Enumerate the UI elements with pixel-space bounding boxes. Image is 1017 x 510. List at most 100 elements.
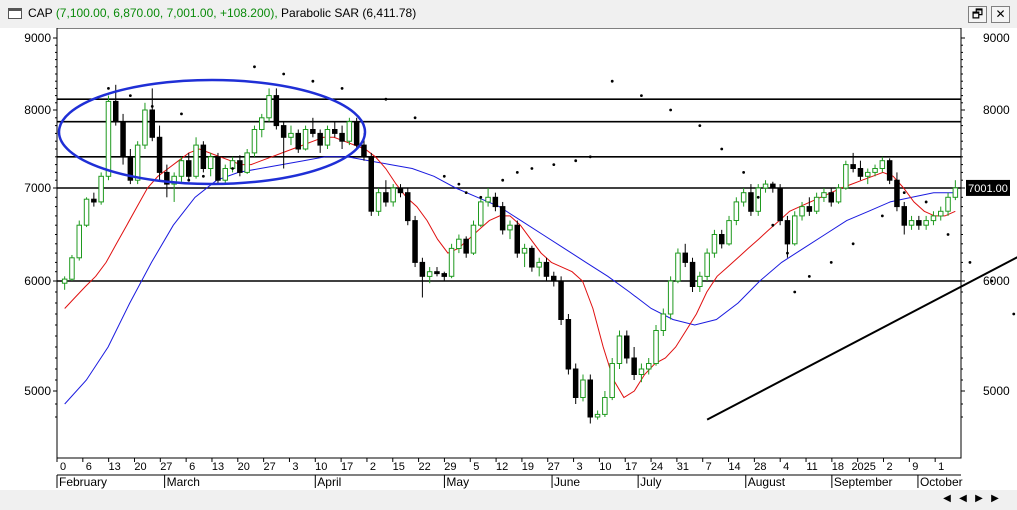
candle-body xyxy=(317,132,323,146)
candle-body xyxy=(894,179,900,208)
candle-body xyxy=(770,183,776,189)
candle-body xyxy=(207,156,214,170)
x-day-label: 28 xyxy=(754,461,766,473)
sar-dot xyxy=(720,147,724,151)
scroll-last-icon[interactable]: ▶ xyxy=(988,491,1002,507)
candle-body xyxy=(952,187,959,198)
candle-body xyxy=(434,271,440,275)
candle-body xyxy=(653,330,659,364)
sar-dot xyxy=(501,178,505,182)
x-day-label: 13 xyxy=(109,461,121,473)
candle-body xyxy=(930,215,937,222)
candle-body xyxy=(609,363,615,398)
x-day-label: 6 xyxy=(86,461,92,473)
candle-body xyxy=(551,275,557,282)
candle-body xyxy=(178,160,185,177)
candle-body xyxy=(719,234,725,245)
candle-body xyxy=(339,132,345,142)
x-day-label: 13 xyxy=(212,461,224,473)
candle-body xyxy=(448,247,455,277)
candle-body xyxy=(740,192,747,203)
candle-body xyxy=(441,273,447,277)
x-day-label: 18 xyxy=(832,461,844,473)
candle-body xyxy=(266,95,272,119)
candle-body xyxy=(397,187,404,194)
candle-body xyxy=(799,206,805,217)
scroll-right-icon[interactable]: ▶ xyxy=(972,491,986,507)
sar-dot xyxy=(793,290,797,294)
candle-body xyxy=(711,234,718,254)
horizontal-scrollbar[interactable] xyxy=(0,490,1017,510)
candle-body xyxy=(755,187,761,212)
last-price-label: 7001.00 xyxy=(968,183,1008,195)
restore-window-button[interactable]: 🗗 xyxy=(968,6,987,23)
candle-body xyxy=(536,261,542,268)
candle-body xyxy=(638,368,645,375)
parabolic-sar-label: Parabolic SAR (6,411.78) xyxy=(281,6,417,20)
x-month-label: June xyxy=(554,475,580,489)
x-day-label: 27 xyxy=(264,461,276,473)
x-month-label: September xyxy=(834,475,893,489)
sar-dot xyxy=(552,163,556,167)
x-day-label: 6 xyxy=(189,461,195,473)
candle-body xyxy=(215,156,221,181)
candle-body xyxy=(492,196,499,208)
sar-dot xyxy=(253,65,256,69)
candle-body xyxy=(76,224,82,259)
candle-body xyxy=(514,224,520,254)
candle-body xyxy=(237,160,243,173)
sar-dot xyxy=(756,195,760,199)
x-day-label: 1 xyxy=(938,461,944,473)
x-day-label: 17 xyxy=(625,461,637,473)
candle-body xyxy=(565,319,572,370)
sar-dot xyxy=(530,167,534,170)
sar-dot xyxy=(180,112,183,116)
plot-area xyxy=(56,28,962,459)
sar-dot xyxy=(771,223,775,227)
candle-body xyxy=(558,280,564,320)
candle-body xyxy=(689,261,696,287)
sar-dot xyxy=(786,251,789,255)
candle-body xyxy=(726,220,732,245)
sar-dot xyxy=(201,174,205,178)
y-tick-label-left: 9000 xyxy=(24,31,51,45)
candle-body xyxy=(244,152,250,173)
candle-body xyxy=(916,220,922,226)
candle-body xyxy=(835,187,842,203)
candle-body xyxy=(908,220,915,226)
x-day-label: 9 xyxy=(912,461,918,473)
candle-body xyxy=(813,196,820,212)
chart-title: CAP (7,100.00, 6,870.00, 7,001.00, +108.… xyxy=(28,6,416,20)
close-window-button[interactable]: ✕ xyxy=(991,6,1010,23)
sar-dot xyxy=(924,200,928,204)
sar-dot xyxy=(1012,312,1016,316)
candle-body xyxy=(426,271,433,277)
sar-dot xyxy=(128,94,132,97)
candle-body xyxy=(704,252,710,277)
sar-dot xyxy=(851,242,855,246)
x-day-label: 2025 xyxy=(851,461,875,473)
x-month-label: April xyxy=(317,475,341,489)
x-day-label: 24 xyxy=(651,461,663,473)
candlestick-chart[interactable]: 50006000700080009000 5000600070008000900… xyxy=(0,28,1017,510)
sar-dot xyxy=(187,178,191,182)
candle-body xyxy=(383,192,389,203)
candle-body xyxy=(251,129,258,154)
chart-window-icon xyxy=(8,8,22,19)
candle-body xyxy=(375,192,382,212)
candle-body xyxy=(792,215,798,245)
sar-dot xyxy=(588,155,592,159)
y-tick-label-left: 6000 xyxy=(24,274,51,288)
x-day-label: 3 xyxy=(577,461,583,473)
sar-dot xyxy=(669,108,673,112)
sar-dot xyxy=(107,87,110,90)
x-day-label: 15 xyxy=(393,461,405,473)
x-month-label: August xyxy=(748,475,786,489)
candle-body xyxy=(193,144,199,177)
scroll-left-icon[interactable]: ◀ xyxy=(956,491,970,507)
candle-body xyxy=(507,224,513,231)
scroll-first-icon[interactable]: ◀ xyxy=(940,491,954,507)
candle-body xyxy=(332,129,338,134)
candle-body xyxy=(938,210,944,217)
restore-icon: 🗗 xyxy=(971,7,984,21)
